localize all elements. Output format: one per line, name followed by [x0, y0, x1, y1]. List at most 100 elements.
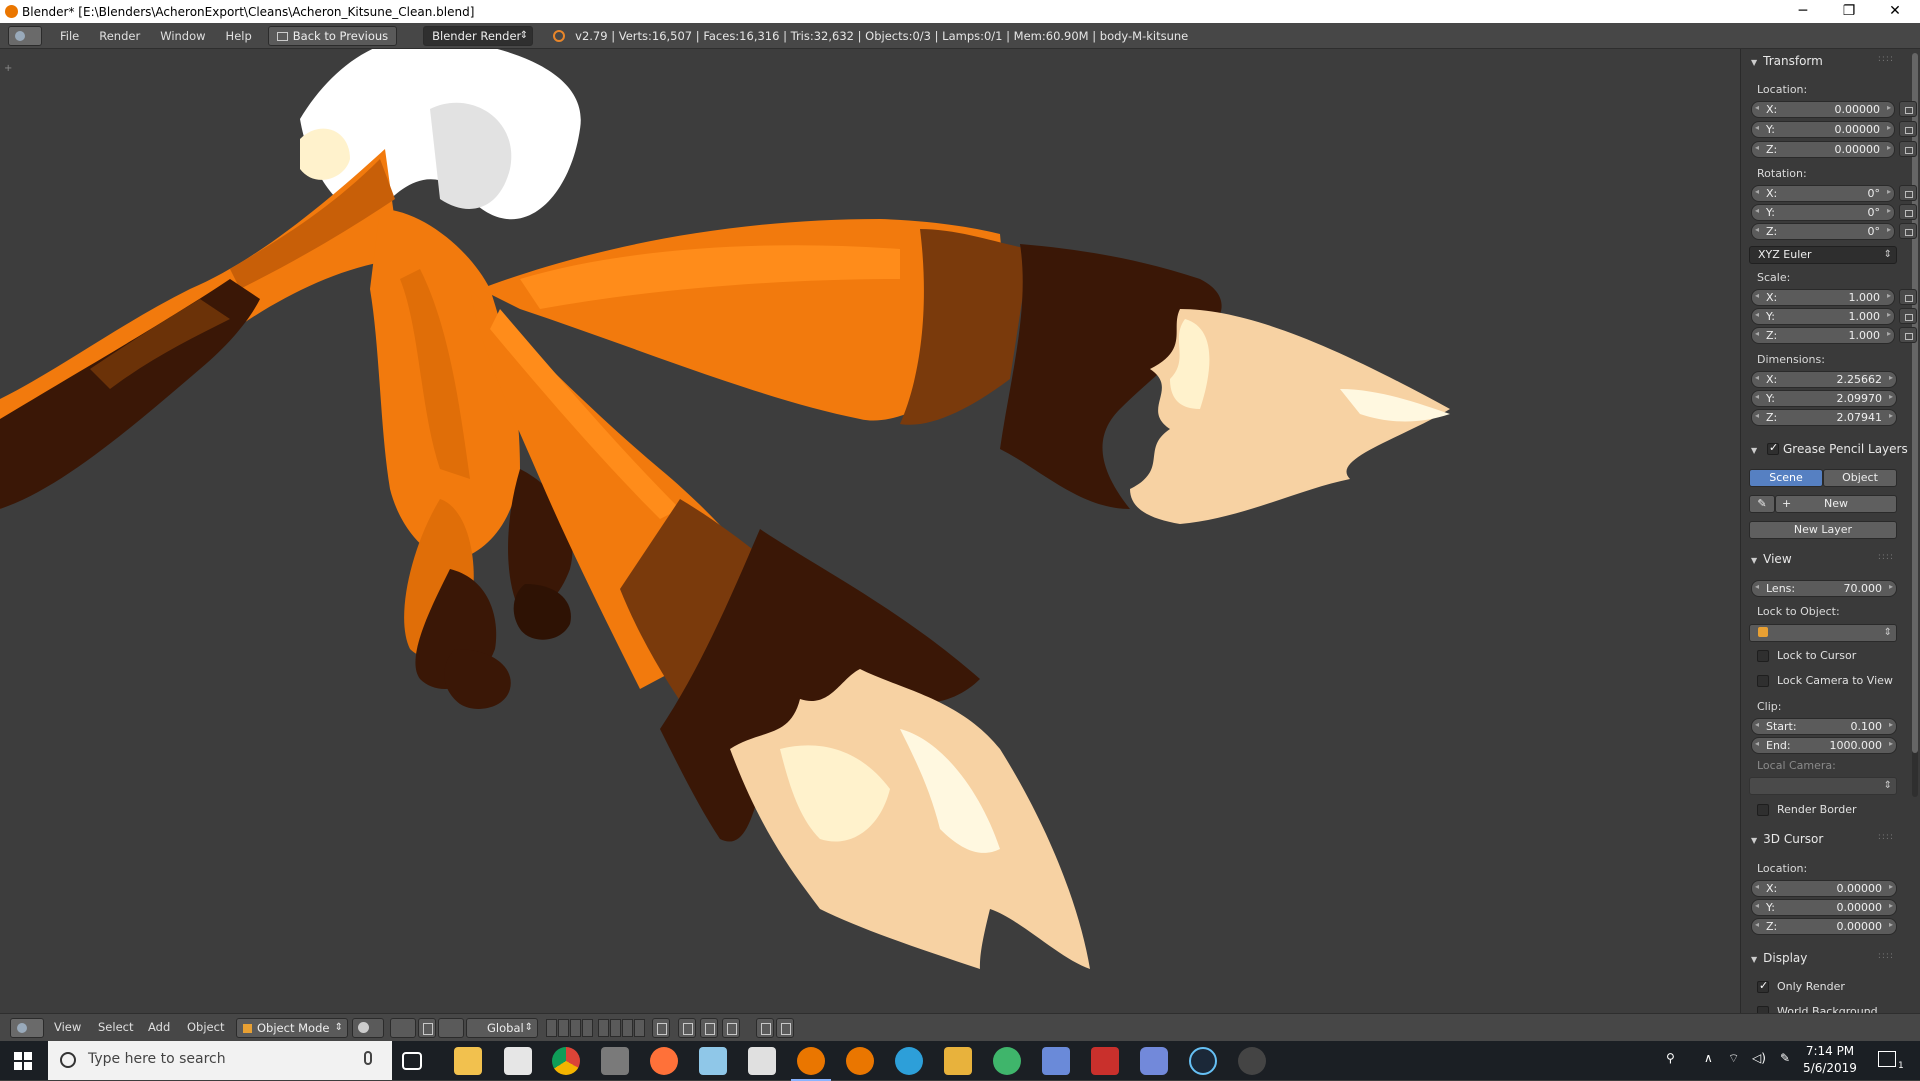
- layer-button-7[interactable]: [622, 1019, 633, 1037]
- layer-button-5[interactable]: [598, 1019, 609, 1037]
- app-icon[interactable]: [601, 1047, 629, 1075]
- 3d-viewport[interactable]: +: [0, 49, 1740, 1013]
- transform-orientation-icon[interactable]: [438, 1018, 464, 1038]
- blender-taskbar-icon-2[interactable]: [846, 1047, 874, 1075]
- clip-end-field[interactable]: End:1000.000: [1751, 737, 1897, 754]
- 3d-editor-type-selector[interactable]: [10, 1018, 44, 1038]
- layer-button-8[interactable]: [634, 1019, 645, 1037]
- viewport-shading-select[interactable]: [352, 1018, 384, 1038]
- lock-location-y-icon[interactable]: [1899, 121, 1917, 137]
- new-grease-pencil-button[interactable]: + New: [1775, 495, 1897, 513]
- render-engine-select[interactable]: Blender Render ⇕: [423, 25, 534, 46]
- taskbar-clock[interactable]: 7:14 PM 5/6/2019: [1800, 1043, 1860, 1077]
- scale-x-field[interactable]: X:1.000: [1751, 289, 1895, 306]
- cursor-z-field[interactable]: Z:0.00000: [1751, 918, 1897, 935]
- layer-button-3[interactable]: [570, 1019, 581, 1037]
- minimize-button[interactable]: ─: [1780, 0, 1826, 23]
- display-panel-header[interactable]: Display: [1751, 951, 1807, 965]
- menu-file[interactable]: File: [50, 29, 89, 43]
- game-icon[interactable]: [1042, 1047, 1070, 1075]
- view-panel-header[interactable]: View: [1751, 552, 1791, 566]
- 3d-cursor-panel-header[interactable]: 3D Cursor: [1751, 832, 1823, 846]
- pivot-point-select[interactable]: [390, 1018, 416, 1038]
- lock-scale-x-icon[interactable]: [1899, 289, 1917, 305]
- scale-z-field[interactable]: Z:1.000: [1751, 327, 1895, 344]
- people-icon[interactable]: ⚲: [1666, 1051, 1675, 1065]
- restore-button[interactable]: ❐: [1826, 0, 1872, 23]
- cursor-y-field[interactable]: Y:0.00000: [1751, 899, 1897, 916]
- location-y-field[interactable]: Y:0.00000: [1751, 121, 1895, 138]
- viewport-corner-widget[interactable]: +: [4, 63, 12, 74]
- task-view-icon[interactable]: [402, 1052, 422, 1070]
- file-explorer-icon[interactable]: [454, 1047, 482, 1075]
- firefox-icon[interactable]: [650, 1047, 678, 1075]
- menu-select[interactable]: Select: [98, 1020, 133, 1034]
- layer-button-6[interactable]: [610, 1019, 621, 1037]
- lock-to-cursor-checkbox[interactable]: [1757, 650, 1769, 662]
- cursor-x-field[interactable]: X:0.00000: [1751, 880, 1897, 897]
- network-icon[interactable]: ⌔: [1728, 1051, 1739, 1066]
- rotation-y-field[interactable]: Y:0°: [1751, 204, 1895, 221]
- steam-icon[interactable]: [1189, 1047, 1217, 1075]
- rotation-x-field[interactable]: X:0°: [1751, 185, 1895, 202]
- grease-pencil-panel-header[interactable]: Grease Pencil Layers: [1751, 441, 1908, 456]
- rotation-mode-select[interactable]: XYZ Euler: [1749, 246, 1897, 264]
- clip-start-field[interactable]: Start:0.100: [1751, 718, 1897, 735]
- layer-button-2[interactable]: [558, 1019, 569, 1037]
- blender-taskbar-icon[interactable]: [791, 1047, 831, 1081]
- lock-rotation-y-icon[interactable]: [1899, 204, 1917, 220]
- lock-location-x-icon[interactable]: [1899, 101, 1917, 117]
- volume-icon[interactable]: ◁): [1752, 1051, 1766, 1065]
- panel-scrollbar[interactable]: [1912, 53, 1918, 797]
- grease-pencil-scene-tab[interactable]: Scene: [1749, 469, 1823, 487]
- app-star-icon[interactable]: [1238, 1047, 1266, 1075]
- calculator-icon[interactable]: [748, 1047, 776, 1075]
- world-background-checkbox[interactable]: [1757, 1006, 1769, 1013]
- windows-start-button[interactable]: [14, 1052, 32, 1070]
- new-layer-button[interactable]: New Layer: [1749, 521, 1897, 539]
- lock-rotation-x-icon[interactable]: [1899, 185, 1917, 201]
- menu-window[interactable]: Window: [150, 29, 215, 43]
- layer-lock-icon[interactable]: [652, 1018, 670, 1038]
- discord-icon[interactable]: [1140, 1047, 1168, 1075]
- transform-panel-header[interactable]: Transform: [1751, 54, 1823, 68]
- lock-scale-z-icon[interactable]: [1899, 327, 1917, 343]
- transform-orientation-select[interactable]: Global ⇕: [466, 1018, 538, 1038]
- layer-button-1[interactable]: [546, 1019, 557, 1037]
- paint-icon[interactable]: [699, 1047, 727, 1075]
- media-icon[interactable]: [1091, 1047, 1119, 1075]
- lock-camera-to-view-checkbox[interactable]: [1757, 675, 1769, 687]
- snap-icon[interactable]: [700, 1018, 718, 1038]
- grease-pencil-object-tab[interactable]: Object: [1823, 469, 1897, 487]
- scale-y-field[interactable]: Y:1.000: [1751, 308, 1895, 325]
- chrome-icon[interactable]: [552, 1047, 580, 1075]
- close-button[interactable]: ✕: [1872, 0, 1918, 23]
- location-z-field[interactable]: Z:0.00000: [1751, 141, 1895, 158]
- editor-type-selector[interactable]: [8, 25, 42, 46]
- only-render-checkbox[interactable]: [1757, 979, 1769, 993]
- tray-overflow-icon[interactable]: ∧: [1704, 1051, 1713, 1065]
- snap-element-icon[interactable]: [722, 1018, 740, 1038]
- pencil-app-icon[interactable]: [944, 1047, 972, 1075]
- proportional-editing-icon[interactable]: [678, 1018, 696, 1038]
- render-opengl-icon[interactable]: [756, 1018, 774, 1038]
- dimensions-z-field[interactable]: Z:2.07941: [1751, 409, 1897, 426]
- pencil-icon[interactable]: ✎: [1749, 495, 1775, 513]
- back-to-previous-button[interactable]: Back to Previous: [267, 25, 398, 46]
- interaction-mode-select[interactable]: Object Mode ⇕: [236, 1018, 348, 1038]
- render-animation-icon[interactable]: [776, 1018, 794, 1038]
- pen-icon[interactable]: ✎: [1780, 1051, 1790, 1065]
- lock-rotation-z-icon[interactable]: [1899, 223, 1917, 239]
- lock-location-z-icon[interactable]: [1899, 141, 1917, 157]
- menu-help[interactable]: Help: [216, 29, 262, 43]
- menu-add[interactable]: Add: [148, 1020, 170, 1034]
- microphone-icon[interactable]: [364, 1051, 372, 1065]
- dimensions-x-field[interactable]: X:2.25662: [1751, 371, 1897, 388]
- green-app-icon[interactable]: [993, 1047, 1021, 1075]
- layer-button-4[interactable]: [582, 1019, 593, 1037]
- action-center-icon[interactable]: [1878, 1051, 1896, 1067]
- mail-icon[interactable]: [504, 1047, 532, 1075]
- location-x-field[interactable]: X:0.00000: [1751, 101, 1895, 118]
- grease-pencil-enable-checkbox[interactable]: [1766, 441, 1779, 455]
- menu-render[interactable]: Render: [89, 29, 150, 43]
